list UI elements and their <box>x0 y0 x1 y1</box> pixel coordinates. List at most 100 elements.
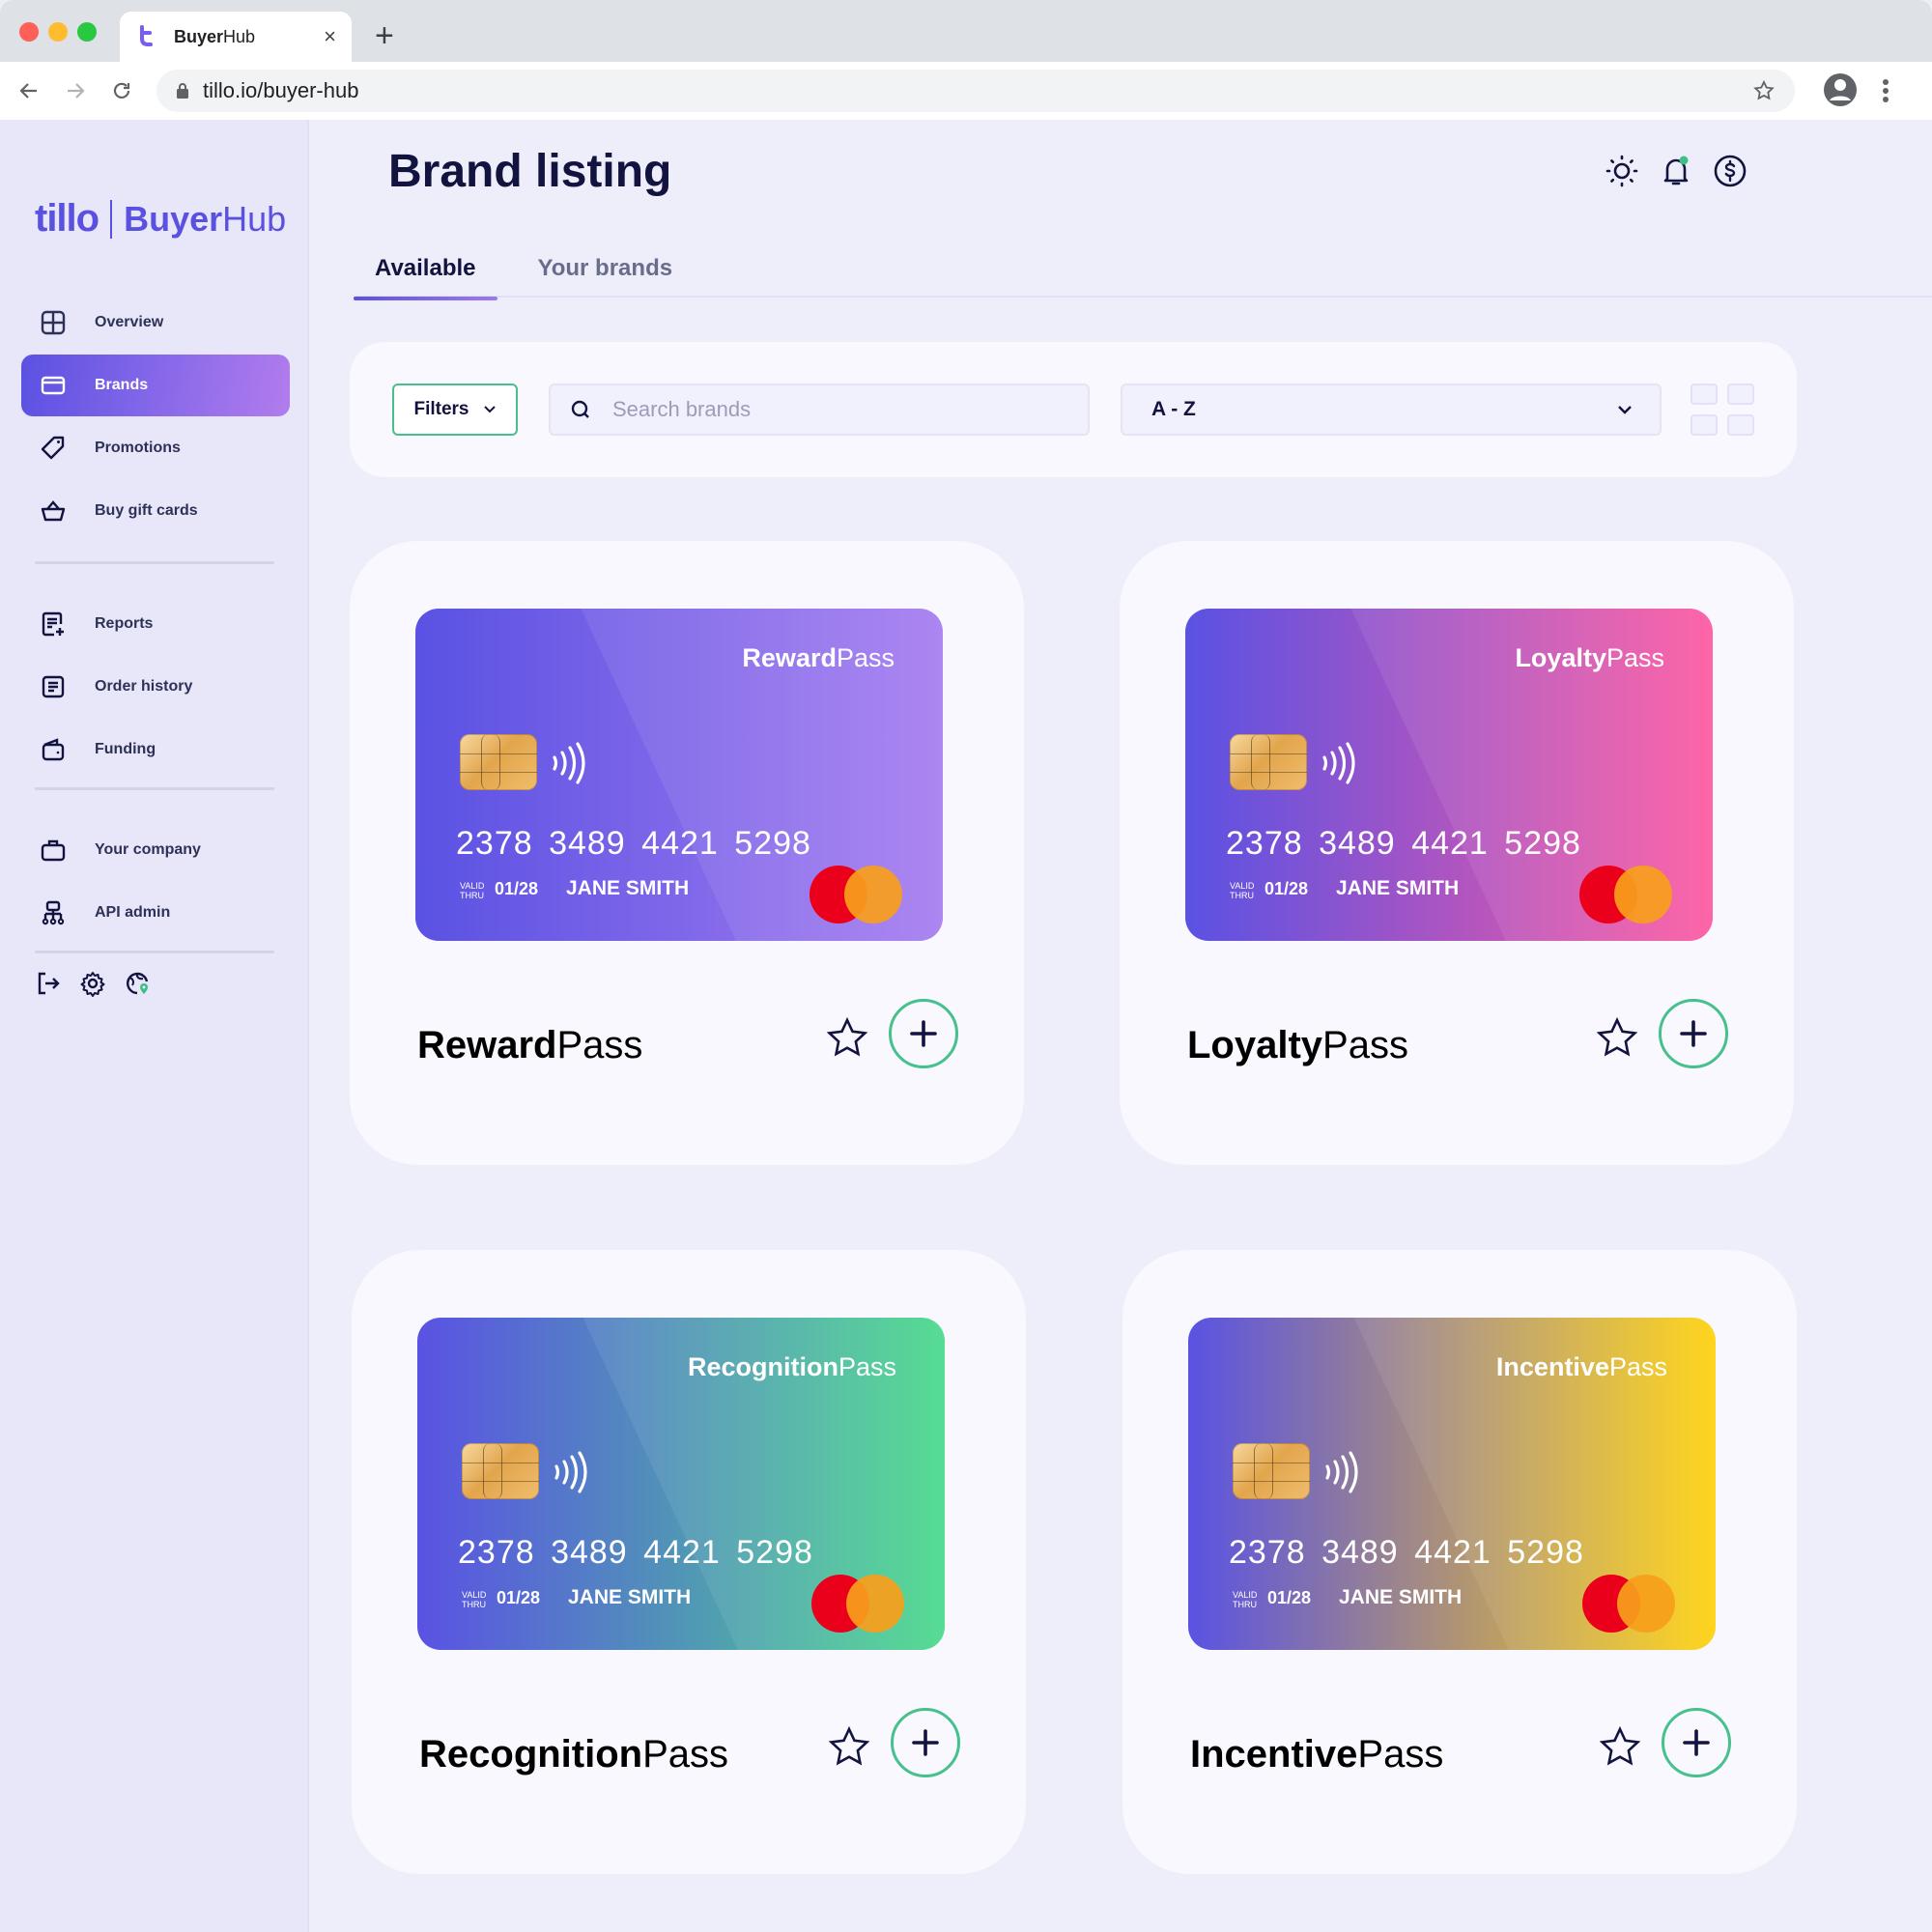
window-minimize-button[interactable] <box>48 22 68 42</box>
sidebar-item-api-admin[interactable]: API admin <box>21 882 290 944</box>
header-actions <box>1605 155 1747 187</box>
logo-hub: Hub <box>222 198 287 239</box>
reload-button[interactable] <box>106 75 137 106</box>
grid-view-toggle[interactable] <box>1690 384 1754 436</box>
sidebar-item-label: Your company <box>95 841 201 858</box>
brand-card-rewardpass: RewardPass 2378 3489 4421 5298 VALID THRU… <box>350 541 1024 1165</box>
window-maximize-button[interactable] <box>77 22 97 42</box>
bookmark-star-icon[interactable] <box>1752 79 1776 102</box>
filters-label: Filters <box>413 399 469 419</box>
grid-icon <box>39 308 68 337</box>
brand-card-loyaltypass: LoyaltyPass 2378 3489 4421 5298 VALID THR… <box>1120 541 1794 1165</box>
new-tab-button[interactable]: + <box>375 19 394 52</box>
report-add-icon <box>39 610 68 639</box>
tab-your-brands[interactable]: Your brands <box>517 255 695 298</box>
logout-icon[interactable] <box>35 970 62 997</box>
sidebar-item-promotions[interactable]: Promotions <box>21 417 290 479</box>
add-brand-button[interactable] <box>889 999 958 1068</box>
sidebar-item-buy-gift-cards[interactable]: Buy gift cards <box>21 480 290 542</box>
sidebar-item-label: Promotions <box>95 440 181 456</box>
gift-card-image[interactable]: RecognitionPass 2378 3489 4421 5298 VALI… <box>417 1318 945 1650</box>
sidebar-nav-reports: Reports Order history Funding <box>21 593 290 781</box>
sidebar-item-label: Overview <box>95 314 164 330</box>
add-brand-button[interactable] <box>1662 1708 1731 1777</box>
profile-avatar-icon[interactable] <box>1823 72 1858 107</box>
arrow-right-icon <box>68 83 85 99</box>
address-bar[interactable]: tillo.io/buyer-hub <box>156 70 1795 112</box>
globe-location-icon[interactable] <box>124 970 151 997</box>
filters-button[interactable]: Filters <box>392 384 518 436</box>
gift-card-image[interactable]: RewardPass 2378 3489 4421 5298 VALID THRU… <box>415 609 943 941</box>
card-holder: JANE SMITH <box>566 877 690 899</box>
app-logo[interactable]: tillo Buyer Hub <box>35 197 286 241</box>
url-text: tillo.io/buyer-hub <box>203 78 359 102</box>
favorite-button[interactable] <box>1593 1014 1641 1063</box>
browser-tab-bar: BuyerHub × + <box>0 0 1932 62</box>
card-number: 2378 3489 4421 5298 <box>458 1534 813 1571</box>
valid-thru-label: VALID THRU <box>462 1590 487 1609</box>
tab-available[interactable]: Available <box>354 255 497 300</box>
favorite-button[interactable] <box>823 1014 871 1063</box>
chip-icon <box>1230 734 1307 790</box>
dollar-circle-icon[interactable] <box>1714 155 1747 187</box>
sort-select[interactable]: A - Z <box>1121 384 1662 436</box>
main-content: Brand listing Available Your brands Filt… <box>311 120 1932 1932</box>
lock-icon <box>177 83 188 99</box>
logo-buyer: Buyer <box>124 198 223 239</box>
sun-icon[interactable] <box>1605 155 1638 187</box>
card-number: 2378 3489 4421 5298 <box>1229 1534 1584 1571</box>
sidebar-item-funding[interactable]: Funding <box>21 719 290 781</box>
card-expiry: 01/28 <box>495 879 539 898</box>
favorite-button[interactable] <box>825 1723 873 1772</box>
search-field[interactable] <box>549 384 1090 436</box>
tillo-favicon-icon <box>140 25 153 46</box>
contactless-icon <box>553 742 585 784</box>
search-input[interactable] <box>612 397 1076 422</box>
back-button[interactable] <box>14 75 44 106</box>
add-brand-button[interactable] <box>1659 999 1728 1068</box>
chevron-down-icon <box>483 406 496 413</box>
add-brand-button[interactable] <box>891 1708 960 1777</box>
brand-name: LoyaltyPass <box>1187 1024 1408 1066</box>
contactless-icon <box>554 1451 587 1493</box>
tab-close-icon[interactable]: × <box>324 24 336 49</box>
sidebar-nav-main: Overview Brands Promotions Buy gift card… <box>21 292 290 543</box>
browser-toolbar: tillo.io/buyer-hub <box>0 62 1932 120</box>
forward-button[interactable] <box>60 75 91 106</box>
basket-icon <box>39 497 68 526</box>
favorite-button[interactable] <box>1596 1723 1644 1772</box>
settings-icon[interactable] <box>79 970 106 997</box>
star-icon <box>1599 1725 1641 1766</box>
sidebar-item-label: Reports <box>95 615 154 632</box>
gift-card-brand: RecognitionPass <box>687 1352 896 1381</box>
sidebar-item-reports[interactable]: Reports <box>21 593 290 655</box>
card-holder: JANE SMITH <box>568 1586 692 1608</box>
sidebar-item-brands[interactable]: Brands <box>21 355 290 416</box>
gift-card-brand: IncentivePass <box>1495 1352 1667 1381</box>
chip-icon <box>1233 1443 1310 1499</box>
sidebar-item-label: Brands <box>95 377 149 393</box>
valid-thru-label: VALID THRU <box>460 881 485 900</box>
sidebar-divider <box>35 951 274 953</box>
gift-card-image[interactable]: LoyaltyPass 2378 3489 4421 5298 VALID THR… <box>1185 609 1713 941</box>
logo-separator <box>110 199 113 239</box>
sidebar-item-order-history[interactable]: Order history <box>21 656 290 718</box>
browser-tab[interactable]: BuyerHub × <box>120 12 352 62</box>
sidebar-utility-icons <box>35 970 151 997</box>
mastercard-logo-icon <box>1582 1575 1675 1633</box>
mastercard-logo-icon <box>810 866 902 923</box>
brand-tabs: Available Your brands <box>354 255 1932 300</box>
bell-icon[interactable] <box>1660 155 1692 187</box>
gift-card-brand: LoyaltyPass <box>1515 643 1664 672</box>
browser-menu-icon[interactable] <box>1880 77 1891 104</box>
mastercard-logo-icon <box>811 1575 904 1633</box>
sidebar-divider <box>35 787 274 790</box>
brand-name: RewardPass <box>417 1024 643 1066</box>
sidebar-item-your-company[interactable]: Your company <box>21 819 290 881</box>
window-close-button[interactable] <box>19 22 39 42</box>
card-expiry: 01/28 <box>1267 1588 1312 1607</box>
contactless-icon <box>1322 742 1355 784</box>
sidebar-item-overview[interactable]: Overview <box>21 292 290 354</box>
gift-card-image[interactable]: IncentivePass 2378 3489 4421 5298 VALID T… <box>1188 1318 1716 1650</box>
tab-title: BuyerHub <box>174 26 256 46</box>
